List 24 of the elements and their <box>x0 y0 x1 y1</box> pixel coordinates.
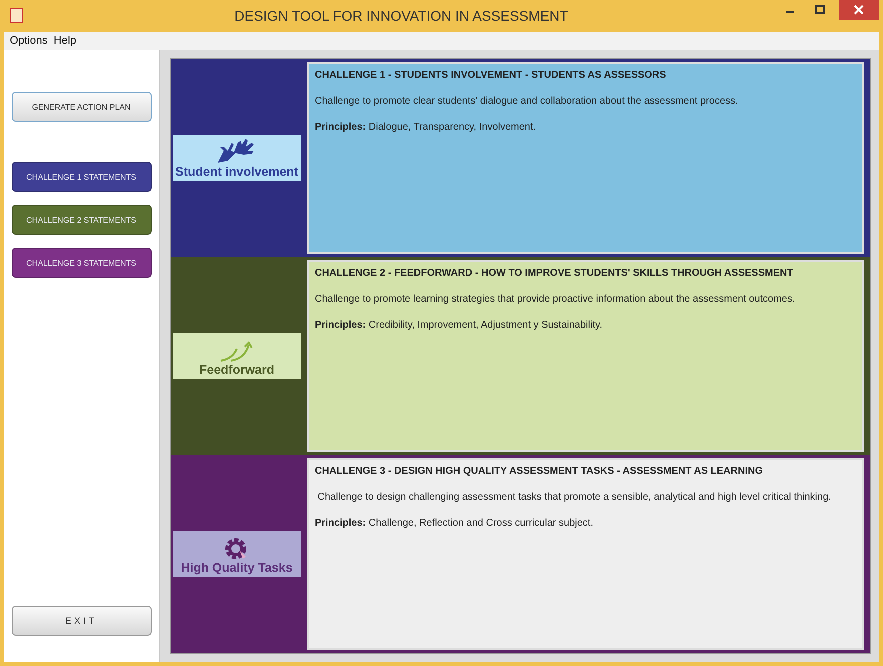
window-title: DESIGN TOOL FOR INNOVATION IN ASSESSMENT <box>234 8 570 24</box>
challenge-principles: Principles: Challenge, Reflection and Cross curricular subject. <box>315 517 594 531</box>
close-icon <box>854 5 864 15</box>
logo-text: High Quality Tasks <box>181 561 293 575</box>
menu-item[interactable]: Help <box>54 35 77 47</box>
challenge-title: CHALLENGE 2 - FEEDFORWARD - HOW TO IMPROVE STUDENTS' SKILLS THROUGH ASSESSMENT <box>315 268 794 279</box>
challenge-principles: Principles: Dialogue, Transparency, Involvement. <box>315 121 538 135</box>
challenge-title: CHALLENGE 1 - STUDENTS INVOLVEMENT - STUDENTS AS ASSESSORS <box>315 70 668 81</box>
app-icon <box>10 8 24 24</box>
close-button[interactable] <box>839 0 879 20</box>
challenge-principles: Principles: Credibility, Improvement, Adjustment y Sustainability. <box>315 319 604 333</box>
statements-button[interactable]: CHALLENGE 2 STATEMENTS <box>12 205 152 235</box>
maximize-icon <box>815 5 825 15</box>
statements-button[interactable]: CHALLENGE 3 STATEMENTS <box>12 248 152 278</box>
logo-text: Student involvement <box>176 165 298 179</box>
challenge-description: Challenge to promote learning strategies that provide proactive information about the assessment outcomes. <box>315 293 796 307</box>
challenge-title: CHALLENGE 3 - DESIGN HIGH QUALITY ASSESSMENT TASKS - ASSESSMENT AS LEARNING <box>315 466 764 477</box>
challenge-description: Challenge to design challenging assessment tasks that promote a sensible, analytical and high level critical thinking. <box>316 491 832 505</box>
exit-button[interactable]: EXIT <box>12 606 152 636</box>
challenge-description: Challenge to promote clear students' dialogue and collaboration about the assessment process. <box>315 95 740 109</box>
generate-button[interactable]: GENERATE ACTION PLAN <box>12 92 152 122</box>
menu-item[interactable]: Options <box>10 35 48 47</box>
logo-text: Feedforward <box>199 363 274 377</box>
statements-button[interactable]: CHALLENGE 1 STATEMENTS <box>12 162 152 192</box>
